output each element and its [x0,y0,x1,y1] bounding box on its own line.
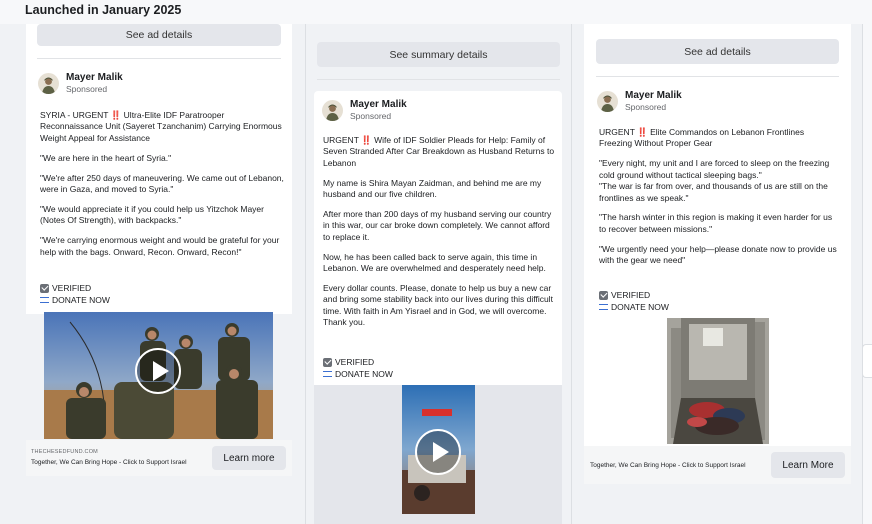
ad-paragraph: Now, he has been called back to serve ag… [323,251,546,274]
donate-line: DONATE NOW [599,302,669,312]
ad-body-text: URGENT ‼️ Wife of IDF Soldier Pleads for… [323,135,557,337]
soldier-avatar-icon[interactable] [322,100,343,121]
column-divider [571,24,572,524]
ad-image[interactable] [667,318,769,444]
verified-line: VERIFIED [323,357,374,367]
see-ad-details-button[interactable]: See ad details [596,39,839,64]
israel-flag-icon [40,297,49,303]
advertiser-name[interactable]: Mayer Malik [625,90,682,102]
learn-more-button[interactable]: Learn More [771,452,845,478]
ad-video[interactable] [44,312,273,439]
ad-headline: URGENT ‼️ Wife of IDF Soldier Pleads for… [323,135,557,169]
double-exclamation-icon: ‼️ [361,135,372,145]
israel-flag-icon [599,304,608,310]
ad-paragraph: "We urgently need your help—please donat… [599,243,837,266]
play-button-icon[interactable] [415,429,461,475]
verified-line: VERIFIED [599,290,650,300]
scroll-next-tab[interactable] [862,344,872,378]
verified-text: VERIFIED [611,290,651,300]
page-title: Launched in January 2025 [25,3,182,17]
advertiser-header: Mayer Malik Sponsored [322,99,407,122]
verified-text: VERIFIED [335,357,375,367]
verified-line: VERIFIED [40,283,91,293]
donate-text: DONATE NOW [335,369,393,379]
donate-line: DONATE NOW [40,295,110,305]
donate-text: DONATE NOW [611,302,669,312]
checkbox-icon [599,290,608,300]
ad-paragraph: "Every night, my unit and I are forced t… [599,158,830,203]
checkbox-icon [323,357,332,367]
soldier-avatar-icon[interactable] [597,91,618,112]
soldier-avatar-icon[interactable] [38,73,59,94]
headline-prefix: URGENT [599,127,635,137]
israel-flag-icon [323,371,332,377]
verified-text: VERIFIED [52,283,92,293]
headline-prefix: URGENT [323,135,359,145]
next-column-edge [862,24,872,524]
advertiser-name[interactable]: Mayer Malik [66,72,123,84]
double-exclamation-icon: ‼️ [110,110,122,120]
footer-tagline: Together, We Can Bring Hope - Click to S… [31,459,187,466]
advertiser-name[interactable]: Mayer Malik [350,99,407,111]
divider [317,79,560,80]
ad-paragraph: After more than 200 days of my husband s… [323,209,552,242]
ad-paragraph: "We are here in the heart of Syria." [40,152,172,163]
see-summary-details-button[interactable]: See summary details [317,42,560,67]
ad-paragraph: "We would appreciate it if you could hel… [40,203,264,226]
donate-text: DONATE NOW [52,295,110,305]
divider [37,58,281,59]
ad-headline: URGENT ‼️ Elite Commandos on Lebanon Fro… [599,127,839,150]
advertiser-header: Mayer Malik Sponsored [38,72,123,95]
ad-paragraph: "We're carrying enormous weight and woul… [40,235,280,257]
checkbox-icon [40,283,49,293]
ad-video[interactable] [402,385,475,514]
ad-paragraph: My name is Shira Mayan Zaidman, and behi… [323,177,542,200]
ad-paragraph: "We're after 250 days of maneuvering. We… [40,172,284,195]
learn-more-button[interactable]: Learn more [212,446,286,470]
footer-domain: THECHESEDFUND.COM [31,449,98,455]
ad-body-text: URGENT ‼️ Elite Commandos on Lebanon Fro… [599,127,839,275]
ad-paragraph: "The harsh winter in this region is maki… [599,212,833,234]
advertiser-header: Mayer Malik Sponsored [597,90,682,113]
footer-tagline: Together, We Can Bring Hope - Click to S… [590,462,746,469]
see-ad-details-button[interactable]: See ad details [37,24,281,46]
column-divider [305,24,306,524]
headline-prefix: SYRIA - URGENT [40,110,109,120]
play-button-icon[interactable] [135,348,181,394]
top-bar: Launched in January 2025 [0,0,872,24]
ad-body-text: SYRIA - URGENT ‼️ Ultra-Elite IDF Paratr… [40,110,284,267]
sponsored-label: Sponsored [350,111,392,121]
ad-headline: SYRIA - URGENT ‼️ Ultra-Elite IDF Paratr… [40,110,284,144]
sponsored-label: Sponsored [625,102,667,112]
sponsored-label: Sponsored [66,84,108,94]
double-exclamation-icon: ‼️ [637,127,648,137]
divider [596,76,839,77]
ad-paragraph: Every dollar counts. Please, donate to h… [323,283,553,328]
donate-line: DONATE NOW [323,369,393,379]
